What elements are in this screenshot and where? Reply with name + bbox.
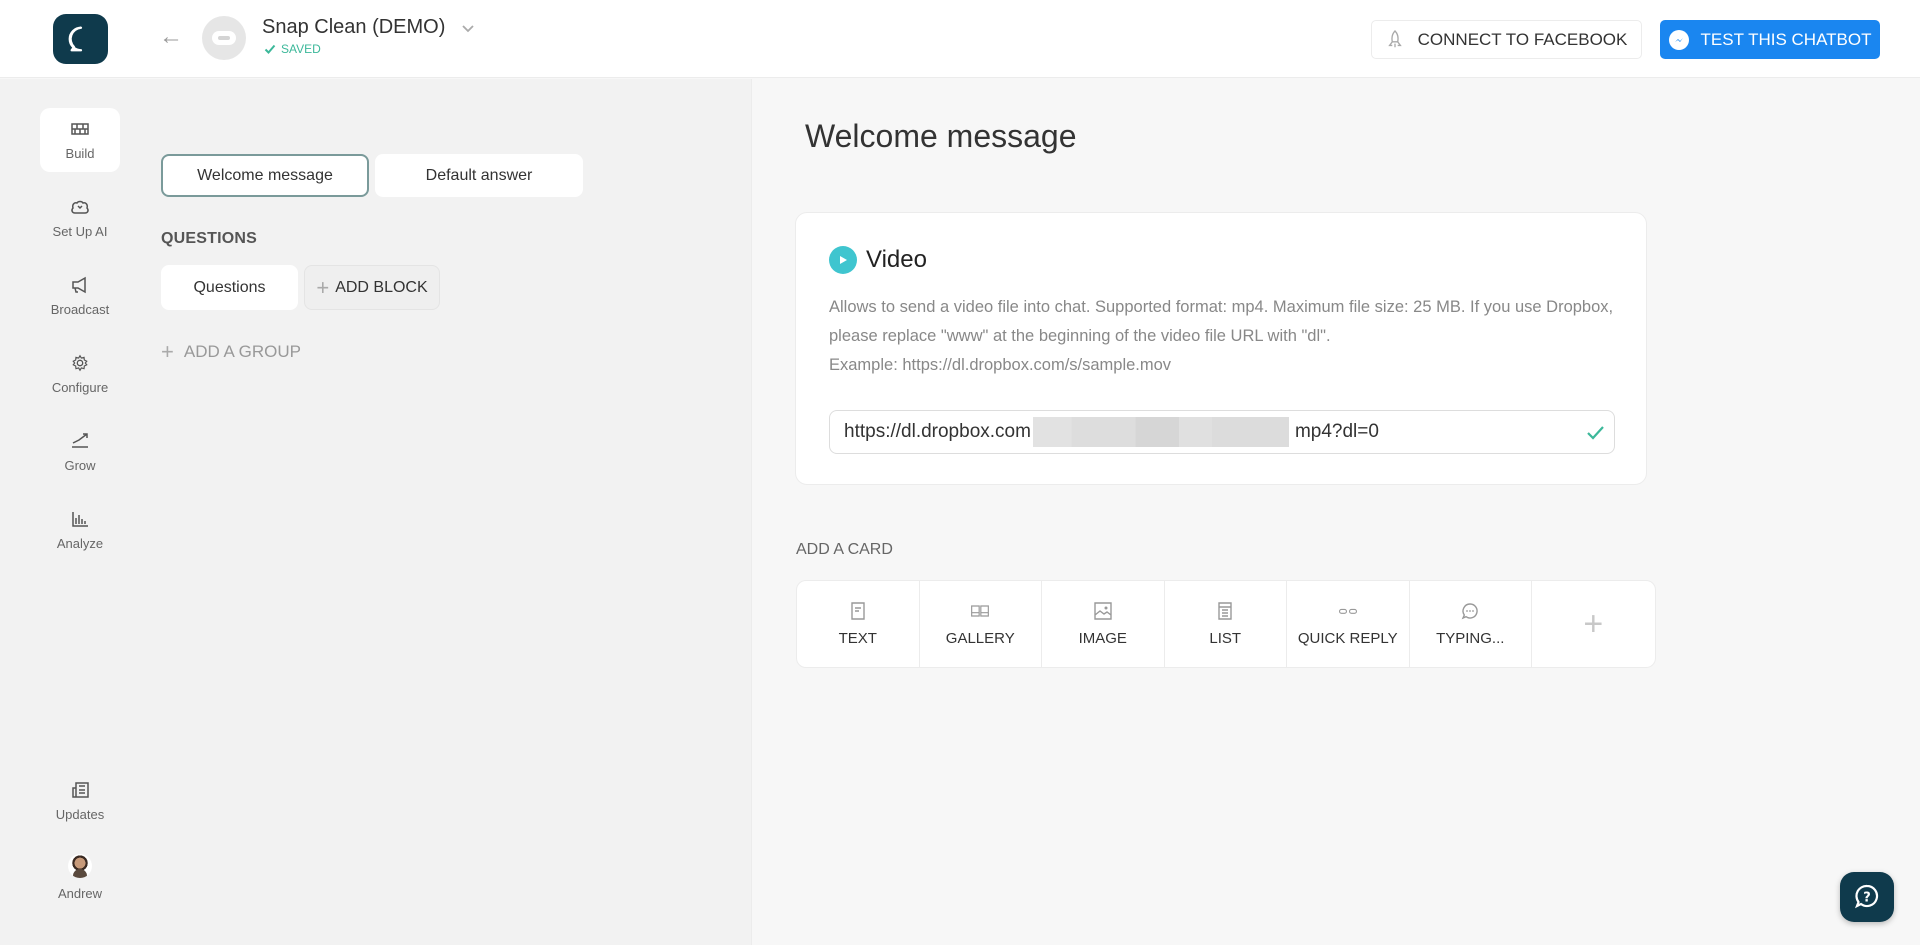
tab-default-answer[interactable]: Default answer — [375, 154, 583, 197]
nav-label: Configure — [51, 379, 109, 395]
nav-label: Andrew — [57, 885, 103, 901]
add-list-card[interactable]: LIST — [1165, 581, 1287, 667]
news-icon — [72, 781, 89, 798]
chevron-down-icon[interactable] — [458, 18, 478, 38]
typing-icon — [1461, 602, 1479, 619]
card-description: Allows to send a video file into chat. S… — [829, 293, 1619, 380]
save-status: SAVED — [264, 42, 321, 56]
nav-label: Broadcast — [50, 301, 110, 317]
connect-label: CONNECT TO FACEBOOK — [1417, 29, 1628, 49]
gallery-icon — [971, 604, 990, 617]
list-icon — [1218, 601, 1232, 620]
text-doc-icon — [851, 601, 865, 620]
video-url-input[interactable]: https://dl.dropbox.com mp4?dl=0 — [829, 410, 1615, 454]
tab-welcome-message[interactable]: Welcome message — [161, 154, 369, 197]
block-label: Questions — [193, 278, 266, 296]
nav-label: Build — [65, 145, 95, 161]
nav-label: Grow — [64, 457, 96, 473]
card-type-label: LIST — [1209, 629, 1242, 647]
nav-item-updates[interactable]: Updates — [40, 769, 120, 833]
valid-check-icon — [1587, 426, 1604, 440]
url-suffix: mp4?dl=0 — [1294, 421, 1379, 442]
top-header: ← Snap Clean (DEMO) SAVED CONNECT TO FAC… — [0, 0, 1920, 78]
save-status-text: SAVED — [281, 42, 321, 56]
quick-reply-icon — [1338, 608, 1357, 614]
plus-icon: + — [1583, 605, 1604, 643]
help-chat-button[interactable]: ? — [1840, 872, 1894, 922]
card-type-label: QUICK REPLY — [1297, 629, 1398, 647]
bar-chart-icon — [72, 511, 88, 527]
bricks-icon — [71, 122, 89, 135]
example-text: Example: https://dl.dropbox.com/s/sample… — [829, 356, 1172, 374]
nav-item-profile[interactable]: Andrew — [40, 845, 120, 909]
test-chatbot-button[interactable]: TEST THIS CHATBOT — [1660, 20, 1880, 59]
tab-label: Default answer — [425, 166, 533, 184]
add-card-label: ADD A CARD — [796, 541, 893, 558]
nav-label: Set Up AI — [52, 223, 108, 239]
video-card: Video Allows to send a video file into c… — [795, 212, 1647, 485]
add-gallery-card[interactable]: GALLERY — [920, 581, 1042, 667]
more-card-types-button[interactable]: + — [1532, 581, 1655, 667]
connect-to-facebook-button[interactable]: CONNECT TO FACEBOOK — [1371, 20, 1642, 59]
block-questions[interactable]: Questions — [161, 265, 298, 310]
nav-item-analyze[interactable]: Analyze — [40, 498, 120, 562]
help-question-icon: ? — [1854, 884, 1879, 909]
url-prefix: https://dl.dropbox.com — [844, 421, 1031, 442]
back-arrow-icon[interactable]: ← — [158, 24, 184, 50]
nav-item-configure[interactable]: Configure — [40, 342, 120, 406]
card-type-picker: TEXT GALLERY IMAGE LIST QUICK REPLY TYPI… — [796, 580, 1656, 668]
messenger-icon — [1668, 29, 1689, 50]
nav-item-build[interactable]: Build — [40, 108, 120, 172]
card-type-label: IMAGE — [1078, 629, 1127, 647]
rocket-icon — [1387, 29, 1402, 47]
add-group-label: ADD A GROUP — [183, 342, 301, 361]
add-text-card[interactable]: TEXT — [797, 581, 920, 667]
svg-text:?: ? — [1863, 891, 1871, 906]
add-group-button[interactable]: + ADD A GROUP — [161, 341, 301, 363]
page-title: Welcome message — [805, 118, 1077, 154]
redacted-url-segment — [1032, 417, 1289, 447]
card-type-label: TYPING... — [1436, 629, 1505, 647]
brain-icon — [71, 200, 89, 214]
bot-name[interactable]: Snap Clean (DEMO) — [262, 16, 445, 39]
nav-rail: Build Set Up AI Broadcast Configure Grow… — [0, 79, 160, 945]
add-block-button[interactable]: + ADD BLOCK — [304, 265, 440, 310]
image-icon — [1094, 601, 1112, 620]
card-type-label: TEXT — [838, 629, 877, 647]
add-typing-card[interactable]: TYPING... — [1410, 581, 1532, 667]
add-block-label: ADD BLOCK — [335, 278, 428, 296]
test-label: TEST THIS CHATBOT — [1700, 29, 1872, 49]
tab-label: Welcome message — [197, 166, 333, 184]
nav-label: Updates — [55, 806, 105, 822]
megaphone-icon — [72, 276, 86, 293]
trend-up-icon — [72, 432, 88, 448]
gear-icon — [72, 354, 88, 371]
nav-item-grow[interactable]: Grow — [40, 420, 120, 484]
chat-bubble-logo-icon — [68, 26, 82, 52]
nav-item-broadcast[interactable]: Broadcast — [40, 264, 120, 328]
plus-icon: + — [316, 274, 330, 300]
add-quick-reply-card[interactable]: QUICK REPLY — [1287, 581, 1410, 667]
card-title: Video — [866, 246, 927, 273]
bot-avatar — [202, 16, 246, 60]
nav-item-set-up-ai[interactable]: Set Up AI — [40, 186, 120, 250]
add-image-card[interactable]: IMAGE — [1042, 581, 1165, 667]
card-type-label: GALLERY — [945, 629, 1015, 647]
play-video-icon — [829, 246, 857, 274]
user-avatar — [68, 853, 92, 878]
description-text: Allows to send a video file into chat. S… — [829, 298, 1614, 345]
blocks-panel: Welcome message Default answer QUESTIONS… — [160, 79, 752, 945]
plus-icon: + — [161, 339, 174, 364]
questions-section-label: QUESTIONS — [161, 230, 258, 247]
nav-label: Analyze — [56, 535, 104, 551]
check-icon — [264, 44, 276, 54]
app-logo[interactable] — [53, 14, 108, 64]
